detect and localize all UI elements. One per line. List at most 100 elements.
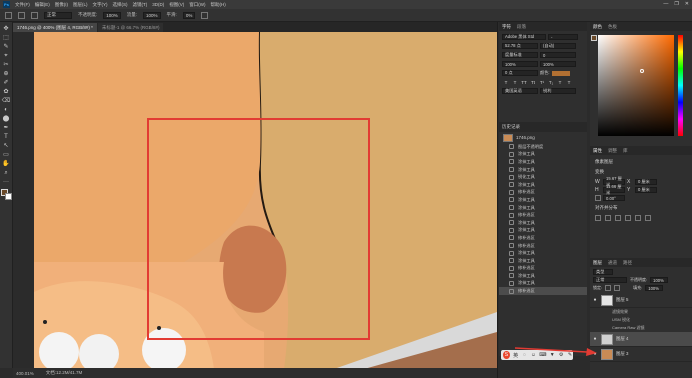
history-item[interactable]: 涂抹工具 [499,181,587,189]
all-caps-button[interactable]: TT [521,79,527,85]
tab-document-1746[interactable]: 1746.png @ 400% (图层 4, RGB/8#) * [13,23,97,32]
move-tool-icon[interactable]: ✥ [2,25,11,33]
history-item[interactable]: 图层不透明度 [499,143,587,151]
hand-tool-icon[interactable]: ✋ [2,160,11,168]
close-icon[interactable]: ✕ [685,1,689,7]
more-tools-icon[interactable]: ··· [2,178,11,186]
layer-row-selected[interactable]: ● 图层 4 [590,332,692,347]
layer-row[interactable]: ● 图层 5 [590,293,692,308]
crop-tool-icon[interactable]: ✂ [2,61,11,69]
y-field[interactable]: 0 厘米 [635,187,657,193]
faux-italic-button[interactable]: T [512,79,518,85]
align-bottom-icon[interactable] [645,215,651,221]
history-item[interactable]: 涂抹工具 [499,257,587,265]
history-item[interactable]: 涂抹工具 [499,227,587,235]
eyedropper-tool-icon[interactable]: ⊕ [2,70,11,78]
zoom-tool-icon[interactable]: ⌕ [2,169,11,177]
faux-bold-button[interactable]: T [503,79,509,85]
history-item[interactable]: 涂抹工具 [499,151,587,159]
marquee-tool-icon[interactable]: ⬚ [2,34,11,42]
align-middle-icon[interactable] [635,215,641,221]
background-color-swatch[interactable] [4,192,12,200]
layer-filter-select[interactable]: 类型 [593,269,613,275]
lock-position-icon[interactable] [614,285,621,291]
align-center-icon[interactable] [605,215,611,221]
layer-blend-mode-select[interactable]: 正常 [593,277,627,283]
visibility-eye-icon[interactable]: ● [592,297,598,303]
menu-window[interactable]: 窗口(W) [189,2,205,8]
path-select-tool-icon[interactable]: ↖ [2,142,11,150]
tab-color[interactable]: 颜色 [593,24,602,30]
font-family-select[interactable]: Adobe 黑体 Std [502,34,546,40]
menu-view[interactable]: 视图(V) [169,2,184,8]
blur-tool-icon[interactable]: ⬤ [2,115,11,123]
lasso-tool-icon[interactable]: ✎ [2,43,11,51]
tab-channels[interactable]: 通道 [608,260,617,266]
history-item[interactable]: 涂抹工具 [499,272,587,280]
menu-help[interactable]: 帮助(H) [211,2,226,8]
history-panel-title[interactable]: 历史记录 [502,124,520,130]
color-panel-foreground-swatch[interactable] [591,35,597,41]
history-item[interactable]: 修补选区 [499,189,587,197]
healing-brush-tool-icon[interactable]: ✐ [2,79,11,87]
history-item[interactable]: 涂抹工具 [499,196,587,204]
history-item[interactable]: 涂抹工具 [499,204,587,212]
zoom-level[interactable]: 400.01% [16,371,34,376]
superscript-button[interactable]: T¹ [539,79,545,85]
layer-fill-field[interactable]: 100% [645,285,664,291]
smoothing-settings-icon[interactable] [201,11,209,19]
tab-document-untitled[interactable]: 未标题-1 @ 66.7% (RGB/8#) [97,23,164,32]
antialias-select[interactable]: 锐利 [540,88,576,94]
tracking-field[interactable]: 0 [540,52,576,58]
menu-edit[interactable]: 编辑(E) [35,2,50,8]
brush-settings-icon[interactable] [18,11,25,19]
layer-row[interactable]: ● 图层 3 [590,347,692,362]
font-style-select[interactable]: - [548,34,578,40]
history-item[interactable]: 涂抹工具 [499,158,587,166]
blend-mode-select[interactable]: 正常 [44,11,72,19]
horizontal-scale-field[interactable]: 100% [540,61,576,67]
tool-preset-icon[interactable] [5,11,12,19]
kerning-field[interactable]: 度量标准 [502,52,538,58]
pen-tool-icon[interactable]: ✒ [2,124,11,132]
gradient-tool-icon[interactable]: ◐ [2,106,11,114]
underline-button[interactable]: T [557,79,563,85]
tab-layers[interactable]: 图层 [593,260,602,266]
tab-adjustments[interactable]: 调整 [608,148,617,154]
history-item[interactable]: 修补选区 [499,234,587,242]
document-canvas[interactable] [34,32,497,369]
quick-select-tool-icon[interactable]: ⌖ [2,52,11,60]
tab-properties[interactable]: 属性 [593,148,602,154]
history-item[interactable]: 修补选区 [499,242,587,250]
eraser-tool-icon[interactable]: ⌫ [2,97,11,105]
small-caps-button[interactable]: Tt [530,79,536,85]
history-item[interactable]: 涂抹工具 [499,166,587,174]
align-left-icon[interactable] [595,215,601,221]
hue-slider[interactable] [678,35,683,136]
lock-pixels-icon[interactable] [605,285,612,291]
history-item-active[interactable]: 修补选区 [499,287,587,295]
baseline-shift-field[interactable]: 0 点 [502,70,538,76]
opacity-field[interactable]: 100% [103,11,121,19]
vertical-scale-field[interactable]: 100% [502,61,538,67]
align-top-icon[interactable] [625,215,631,221]
tab-libraries[interactable]: 库 [623,148,628,154]
shape-tool-icon[interactable]: ▭ [2,151,11,159]
tab-paragraph[interactable]: 段落 [517,24,526,30]
brush-tool-icon[interactable]: ✿ [2,88,11,96]
flow-field[interactable]: 100% [143,11,161,19]
history-item[interactable]: 修补选区 [499,211,587,219]
menu-file[interactable]: 文件(F) [15,2,30,8]
history-item[interactable]: 修补选区 [499,265,587,273]
history-item[interactable]: 锐化工具 [499,173,587,181]
align-right-icon[interactable] [615,215,621,221]
strikethrough-button[interactable]: T [566,79,572,85]
maximize-icon[interactable]: ❐ [674,1,678,7]
minimize-icon[interactable]: — [663,1,668,7]
x-field[interactable]: 0 厘米 [635,179,657,185]
menu-image[interactable]: 图像(I) [55,2,68,8]
layer-opacity-field[interactable]: 100% [650,277,669,283]
leading-field[interactable]: (自动) [540,43,576,49]
smart-filter-row[interactable]: 滤镜效果 [590,308,692,316]
menu-filter[interactable]: 滤镜(T) [133,2,148,8]
